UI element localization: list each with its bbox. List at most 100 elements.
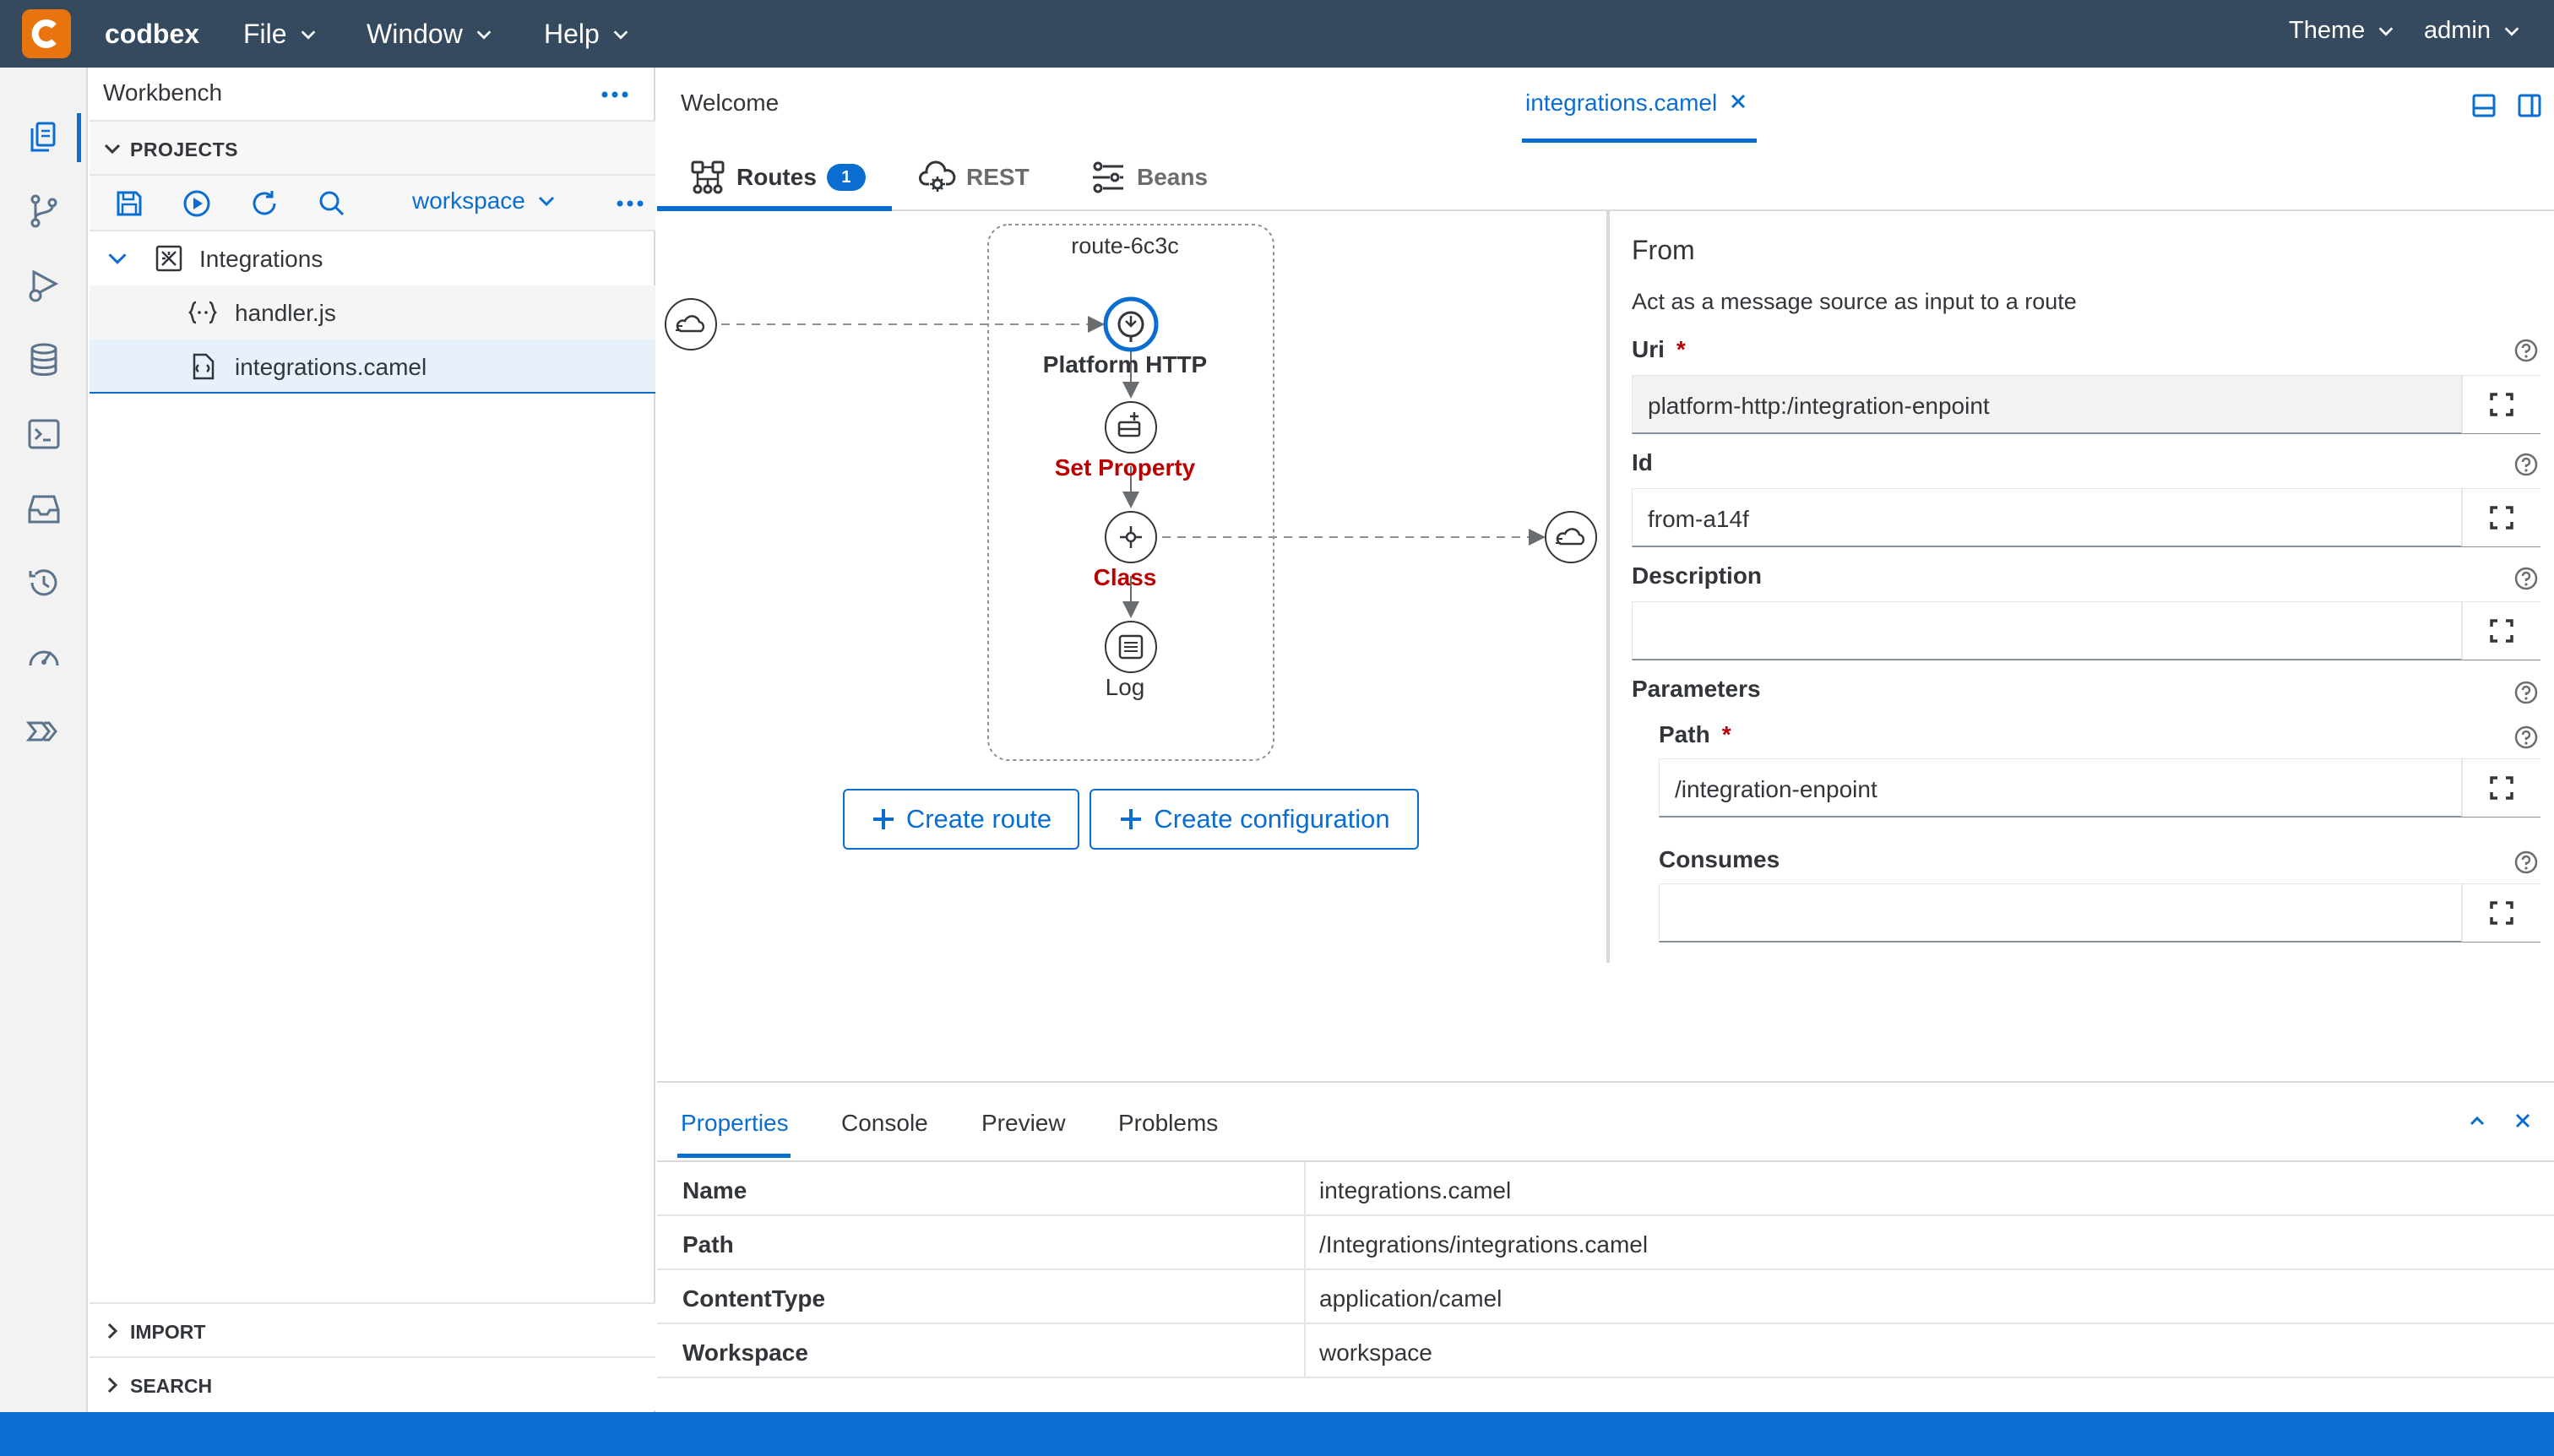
create-configuration-button[interactable]: Create configuration — [1090, 789, 1419, 850]
tab-integrations-camel[interactable]: integrations.camel — [1525, 90, 1717, 117]
path-field[interactable]: /integration-enpoint — [1659, 758, 2540, 818]
create-route-button[interactable]: Create route — [843, 789, 1079, 850]
user-menu[interactable]: admin — [2424, 17, 2521, 45]
route-diagram — [665, 224, 1597, 761]
uri-label: Uri * — [1632, 336, 1686, 362]
chevron-up-icon[interactable] — [2464, 1108, 2490, 1133]
class-label: Class — [1093, 564, 1157, 590]
description-expand-button[interactable] — [2461, 602, 2540, 660]
id-label: Id — [1632, 449, 1653, 475]
expand-icon — [2490, 901, 2513, 925]
chevron-down-icon — [476, 30, 492, 40]
tab-properties[interactable]: Properties — [681, 1110, 789, 1137]
chevron-down-icon — [301, 30, 315, 40]
class-node[interactable] — [1105, 511, 1157, 563]
route-designer-canvas[interactable]: route-6c3c Platform HTTP Set Property Cl… — [657, 211, 1606, 1081]
expand-icon — [2490, 393, 2513, 416]
close-icon[interactable] — [1726, 90, 1750, 113]
help-menu[interactable]: Help — [544, 19, 630, 50]
id-expand-button[interactable] — [2461, 489, 2540, 546]
help-icon[interactable] — [2513, 850, 2539, 875]
help-icon[interactable] — [2513, 338, 2539, 363]
id-field[interactable]: from-a14f — [1632, 488, 2540, 547]
source-endpoint-node[interactable] — [665, 298, 717, 350]
property-value: application/camel — [1319, 1285, 1503, 1312]
split-vertical-icon[interactable] — [2515, 91, 2544, 120]
set-property-node[interactable] — [1105, 401, 1157, 454]
set-property-label: Set Property — [1054, 454, 1196, 481]
tree-item-label: Integrations — [199, 246, 323, 272]
plus-icon — [872, 809, 894, 829]
debug-button[interactable] — [0, 248, 88, 323]
tree-item-integrations[interactable]: Integrations — [90, 231, 655, 285]
window-menu[interactable]: Window — [367, 19, 493, 50]
consumes-field[interactable] — [1659, 883, 2540, 943]
chevron-right-icon — [107, 1377, 118, 1394]
target-endpoint-node[interactable] — [1545, 511, 1597, 563]
history-icon — [29, 569, 57, 596]
path-expand-button[interactable] — [2461, 759, 2540, 817]
git-button[interactable] — [0, 174, 88, 248]
search-button[interactable] — [314, 186, 350, 221]
history-button[interactable] — [0, 546, 88, 620]
projects-toolbar: workspace — [90, 176, 655, 231]
top-bar: codbex File Window Help Theme admin — [0, 0, 2554, 68]
database-button[interactable] — [0, 323, 88, 397]
tree-item-handler-js[interactable]: handler.js — [90, 285, 655, 340]
sliders-icon — [1093, 161, 1123, 193]
project-icon — [155, 245, 182, 272]
terminal-icon — [28, 419, 60, 449]
uri-expand-button[interactable] — [2461, 376, 2540, 433]
sidebar-title: Workbench — [103, 79, 223, 106]
path-value: /integration-enpoint — [1675, 776, 1877, 802]
help-icon[interactable] — [2513, 725, 2539, 750]
explorer-button[interactable] — [0, 100, 88, 174]
terminal-button[interactable] — [0, 397, 88, 471]
chevron-right-icon — [107, 1323, 118, 1339]
uri-field[interactable]: platform-http:/integration-enpoint — [1632, 375, 2540, 434]
chevron-down-icon — [613, 30, 628, 40]
workbench-sidebar: Workbench PROJECTS workspace Integration… — [90, 68, 655, 1412]
help-icon[interactable] — [2513, 566, 2539, 591]
file-menu[interactable]: File — [243, 19, 318, 50]
import-label: IMPORT — [130, 1321, 206, 1343]
codbex-logo-icon[interactable] — [22, 9, 71, 58]
tab-problems[interactable]: Problems — [1118, 1110, 1218, 1137]
run-button[interactable] — [179, 186, 215, 221]
save-button[interactable] — [111, 186, 147, 221]
tab-beans[interactable]: Beans — [1090, 159, 1208, 196]
integrations-button[interactable] — [0, 694, 88, 769]
expand-icon — [2490, 506, 2513, 530]
tab-beans-label: Beans — [1137, 164, 1209, 190]
sidebar-more-button[interactable] — [598, 78, 632, 111]
tab-console[interactable]: Console — [841, 1110, 928, 1137]
help-icon[interactable] — [2513, 452, 2539, 477]
search-section-header[interactable]: SEARCH — [90, 1356, 655, 1410]
refresh-button[interactable] — [247, 186, 282, 221]
tab-routes[interactable]: Routes 1 — [689, 159, 866, 196]
theme-menu[interactable]: Theme — [2289, 17, 2395, 45]
toolbar-more-button[interactable] — [613, 187, 647, 220]
log-label: Log — [1105, 674, 1145, 700]
gauge-icon — [29, 650, 59, 666]
chevrons-icon — [25, 721, 57, 742]
consumes-expand-button[interactable] — [2461, 884, 2540, 942]
log-node[interactable] — [1105, 621, 1157, 673]
help-icon[interactable] — [2513, 680, 2539, 705]
inbox-button[interactable] — [0, 471, 88, 546]
camel-file-icon — [193, 353, 215, 380]
workspace-select[interactable]: workspace — [412, 187, 556, 215]
tab-preview[interactable]: Preview — [981, 1110, 1066, 1137]
tab-welcome[interactable]: Welcome — [681, 90, 779, 117]
tab-rest[interactable]: REST — [919, 159, 1030, 196]
import-section-header[interactable]: IMPORT — [90, 1302, 655, 1356]
description-label: Description — [1632, 562, 1763, 589]
split-horizontal-icon[interactable] — [2470, 91, 2498, 120]
description-field[interactable] — [1632, 601, 2540, 660]
platform-http-node[interactable] — [1103, 296, 1159, 352]
more-horizontal-icon — [617, 200, 644, 207]
tree-item-integrations-camel[interactable]: integrations.camel — [90, 340, 655, 394]
close-icon[interactable] — [2510, 1108, 2535, 1133]
projects-section-header[interactable]: PROJECTS — [90, 122, 655, 176]
gauge-button[interactable] — [0, 620, 88, 694]
